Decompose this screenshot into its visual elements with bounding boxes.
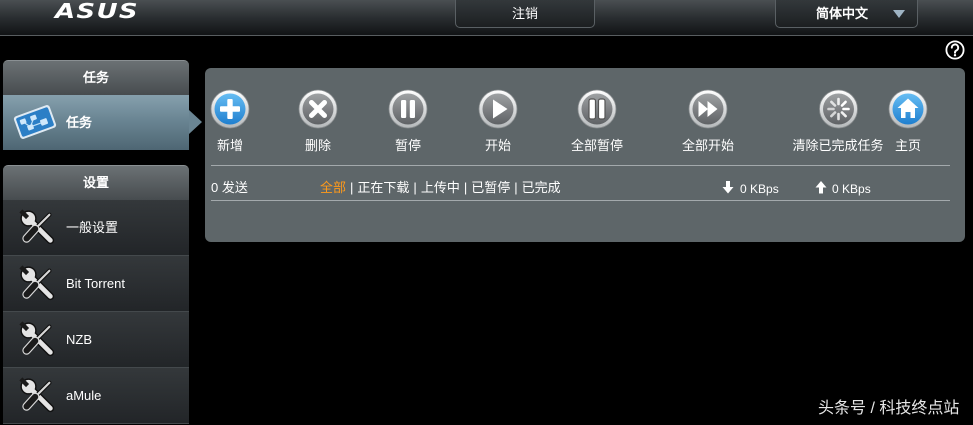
asus-logo: ASUS: [55, 0, 139, 23]
wrench-screwdriver-icon: [19, 377, 57, 415]
task-tablet-icon: [12, 104, 58, 140]
filter-separator: |: [463, 180, 468, 195]
add-button-label: 新增: [216, 138, 243, 153]
download-arrow-icon: [722, 181, 734, 194]
wrench-screwdriver-icon: [19, 321, 57, 359]
divider: [211, 200, 950, 201]
help-icon[interactable]: [945, 40, 965, 60]
sidebar-item-amule[interactable]: aMule: [3, 368, 189, 424]
watermark: 头条号 / 科技终点站: [818, 400, 960, 417]
filter-all[interactable]: 全部: [320, 180, 346, 195]
filter-paused[interactable]: 已暂停: [471, 180, 510, 195]
upload-speed: 0 KBps: [832, 182, 871, 196]
sent-count: 0 发送: [211, 180, 248, 195]
sidebar-item-bittorrent[interactable]: Bit Torrent: [3, 256, 189, 312]
language-label: 简体中文: [816, 6, 869, 21]
tasks-group-title: 任务: [82, 70, 109, 85]
pause-icon: [388, 89, 428, 129]
active-item-pointer: [189, 110, 202, 134]
sidebar-item-label: Bit Torrent: [66, 276, 126, 291]
start-button[interactable]: 开始: [478, 89, 518, 154]
settings-group-header: 设置: [3, 165, 189, 200]
language-select[interactable]: 简体中文: [775, 0, 918, 28]
clear-completed-button[interactable]: 清除已完成任务: [792, 89, 884, 154]
sidebar-item-nzb[interactable]: NZB: [3, 312, 189, 368]
add-button[interactable]: 新增: [210, 89, 250, 154]
divider: [211, 165, 950, 166]
tasks-group-header: 任务: [3, 60, 189, 95]
play-icon: [478, 89, 518, 129]
wrench-screwdriver-icon: [19, 265, 57, 303]
settings-group-title: 设置: [82, 175, 109, 190]
filter-separator: |: [413, 180, 417, 195]
upload-arrow-icon: [815, 181, 827, 194]
start-all-button[interactable]: 全部开始: [682, 89, 734, 154]
clear-completed-button-label: 清除已完成任务: [792, 138, 884, 153]
sidebar-item-general-settings[interactable]: 一般设置: [3, 200, 189, 256]
pause-all-icon: [577, 89, 617, 129]
delete-button[interactable]: 删除: [298, 89, 338, 154]
sidebar-item-label: NZB: [66, 332, 92, 347]
filter-completed[interactable]: 已完成: [522, 180, 561, 195]
pause-all-button[interactable]: 全部暂停: [571, 89, 623, 154]
sidebar-item-label: 一般设置: [66, 220, 119, 235]
pause-button-label: 暂停: [394, 138, 421, 153]
filter-separator: |: [514, 180, 518, 195]
status-row: 0 发送 全部 | 正在下载 | 上传中 | 已暂停 | 已完成 0 KBps 0 KBps: [205, 180, 965, 196]
delete-button-label: 删除: [304, 138, 331, 153]
task-filter-bar: 全部 | 正在下载 | 上传中 | 已暂停 | 已完成: [320, 180, 561, 196]
top-bar: ASUS 注销 简体中文: [0, 0, 973, 36]
start-all-icon: [688, 89, 728, 129]
task-panel: 新增 删除 暂停 开始 全部暂停 全部开始 清除已完成任务 主页 0 发送 全部…: [205, 68, 965, 242]
logout-button[interactable]: 注销: [455, 0, 595, 28]
home-button[interactable]: 主页: [888, 89, 928, 154]
home-icon: [888, 89, 928, 129]
sidebar-item-label: aMule: [66, 388, 102, 403]
sidebar-item-label: 任务: [66, 115, 93, 130]
dropdown-triangle-icon: [893, 10, 905, 18]
start-button-label: 开始: [484, 138, 511, 153]
delete-x-icon: [298, 89, 338, 129]
start-all-button-label: 全部开始: [681, 138, 735, 153]
pause-all-button-label: 全部暂停: [570, 138, 624, 153]
filter-separator: |: [350, 180, 354, 195]
download-speed: 0 KBps: [740, 182, 779, 196]
pause-button[interactable]: 暂停: [388, 89, 428, 154]
logout-label: 注销: [511, 6, 538, 21]
filter-uploading[interactable]: 上传中: [421, 180, 460, 195]
sidebar-item-tasks[interactable]: 任务: [3, 95, 189, 150]
wrench-screwdriver-icon: [19, 209, 57, 247]
clear-completed-icon: [818, 89, 858, 129]
plus-icon: [210, 89, 250, 129]
filter-downloading[interactable]: 正在下载: [357, 180, 409, 195]
home-button-label: 主页: [894, 138, 921, 153]
